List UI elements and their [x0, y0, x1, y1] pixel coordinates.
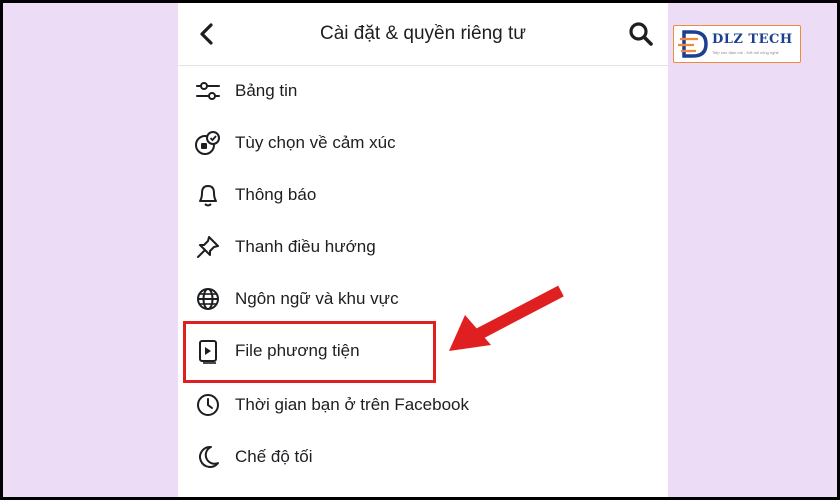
highlight-box: [183, 321, 436, 383]
menu-item-notifications[interactable]: Thông báo: [178, 169, 668, 221]
settings-screen: Cài đặt & quyền riêng tư Bảng tin Tùy ch…: [178, 3, 668, 497]
bell-icon: [199, 185, 217, 207]
menu-item-label: Tùy chọn về cảm xúc: [235, 133, 396, 152]
screenshot-frame: Cài đặt & quyền riêng tư Bảng tin Tùy ch…: [3, 3, 837, 497]
header-bar: Cài đặt & quyền riêng tư: [178, 3, 668, 66]
search-icon[interactable]: [628, 21, 654, 47]
menu-item-label: Thời gian bạn ở trên Facebook: [235, 395, 469, 414]
menu-item-label: Thanh điều hướng: [235, 237, 376, 256]
globe-icon: [197, 288, 219, 310]
moon-icon: [199, 445, 219, 468]
menu-item-dark-mode[interactable]: Chế độ tối: [178, 431, 668, 483]
menu-item-time-on-facebook[interactable]: Thời gian bạn ở trên Facebook: [178, 379, 668, 431]
menu-item-label: Chế độ tối: [235, 447, 313, 466]
red-arrow-icon: [449, 285, 564, 351]
clock-icon: [197, 394, 219, 416]
menu-item-label: Ngôn ngữ và khu vực: [235, 289, 399, 308]
menu-item-news-feed[interactable]: Bảng tin: [178, 65, 668, 117]
pin-icon: [197, 236, 219, 258]
dlz-logo-mark-icon: [678, 30, 708, 58]
reactions-icon: [195, 131, 220, 155]
logo-tagline: Tiếp sức đam mê - Kết nối công nghệ: [712, 50, 779, 55]
menu-item-label: Bảng tin: [235, 81, 298, 100]
page-title: Cài đặt & quyền riêng tư: [319, 23, 526, 44]
sliders-icon: [196, 82, 220, 100]
menu-item-reactions[interactable]: Tùy chọn về cảm xúc: [178, 117, 668, 169]
menu-item-label: Thông báo: [235, 185, 317, 204]
dlz-tech-logo: DLZ TECH Tiếp sức đam mê - Kết nối công …: [673, 25, 801, 63]
back-arrow-icon[interactable]: [196, 21, 218, 47]
menu-item-language-region[interactable]: Ngôn ngữ và khu vực: [178, 273, 668, 325]
menu-item-navigation-bar[interactable]: Thanh điều hướng: [178, 221, 668, 273]
logo-name: DLZ TECH: [712, 32, 793, 47]
